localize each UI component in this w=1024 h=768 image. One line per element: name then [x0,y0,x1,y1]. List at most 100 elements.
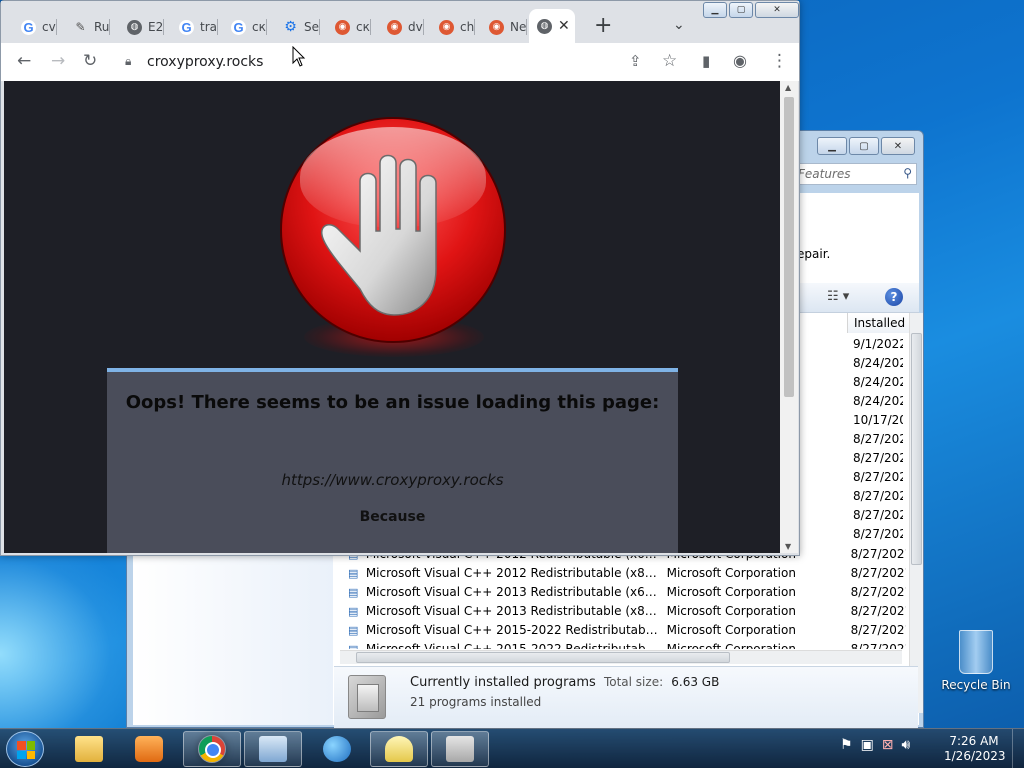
recycle-bin[interactable]: Recycle Bin [940,630,1012,692]
programs-visible-rows: ▤ Microsoft Visual C++ 2012 Redistributab… [340,545,906,649]
globe-icon: ◍ [127,19,142,35]
taskbar-explorer[interactable] [60,731,118,767]
table-row[interactable]: ▤Microsoft Visual C++ 2015-2022 Redistri… [340,621,906,640]
maximize-button[interactable]: ▢ [849,137,879,155]
program-name: Microsoft Visual C++ 2015-2022 Redistrib… [365,642,661,649]
tab-5[interactable]: Gск [223,13,267,41]
tab-3[interactable]: ◍ E2 [119,13,165,41]
table-row[interactable]: ▤ Microsoft Visual C++ 2013 Redistributab… [340,602,906,621]
back-arrow-icon[interactable]: ← [17,51,31,71]
programs-horizontal-scrollbar[interactable] [340,650,902,664]
program-date: 8/27/2021 [850,642,906,649]
network-icon[interactable]: ▣ [861,737,874,753]
system-tray: ⚑ ▣ ⊠ 🔊︎ [840,737,910,753]
duckduckgo-icon: ◉ [335,19,350,35]
search-icon[interactable]: ⚲ [903,166,912,180]
url-text[interactable]: croxyproxy.rocks [147,54,263,70]
tab-9[interactable]: ◉ ch [431,13,476,41]
programs-vertical-scrollbar[interactable] [909,313,923,713]
device-warning-icon[interactable]: ⊠ [882,737,894,753]
address-bar[interactable]: 🔒︎ croxyproxy.rocks [115,47,691,77]
taskbar-media-player[interactable] [120,731,178,767]
program-name: Microsoft Visual C++ 2013 Redistributabl… [365,585,661,599]
program-name: Microsoft Visual C++ 2015-2022 Redistrib… [365,623,661,637]
taskbar-programs[interactable] [431,731,489,767]
scroll-thumb[interactable] [356,652,730,663]
tab-label: ch [460,20,475,34]
minimize-button[interactable]: ▁ [703,2,727,18]
close-tab-icon[interactable]: ✕ [558,18,570,34]
minimize-button[interactable]: ▁ [817,137,847,155]
installed-date-cell: 9/1/2022 [853,337,903,351]
tab-separator [55,19,57,35]
new-tab-button[interactable]: + [594,15,612,37]
column-header-installed-on[interactable]: Installed On [847,313,911,333]
show-desktop-button[interactable] [1012,729,1024,768]
error-because: Because [359,509,426,525]
tab-8[interactable]: ◉ dv [379,13,424,41]
tab-active[interactable]: ◍ ✕ [529,9,575,43]
taskbar-internet[interactable] [308,731,366,767]
change-view-icon[interactable]: ☷ ▾ [827,289,849,304]
close-button[interactable]: ✕ [881,137,915,155]
menu-kebab-icon[interactable]: ⋮ [771,51,788,71]
chrome-window: ◉ Ne ◉ ch ◉ dv ◉ ск ⚙ Se Gск Gtra ◍ E2 ✎ Ru Gcv ◍ ✕ + ⌄ … [0,0,800,556]
taskbar-keyboard[interactable] [370,731,428,767]
taskbar-control-panel[interactable] [244,731,302,767]
program-publisher: Microsoft Corporation [666,604,796,618]
tab-10[interactable]: ◉ Ne [481,13,528,41]
programs-count: 21 programs installed [410,695,542,709]
action-center-flag-icon[interactable]: ⚑ [840,737,853,753]
start-button[interactable] [6,731,44,767]
tab-label: ск [356,20,370,34]
help-icon[interactable]: ? [885,288,903,306]
tab-label: Se [304,20,319,34]
table-row[interactable]: ▤ Microsoft Visual C++ 2012 Redistributab… [340,564,906,583]
gear-icon: ⚙ [284,19,297,35]
tab-label: E2 [148,20,164,34]
forward-arrow-icon[interactable]: → [51,51,65,71]
scroll-down-arrow-icon[interactable]: ▼ [785,542,791,551]
table-row[interactable]: ▤Microsoft Visual C++ 2015-2022 Redistri… [340,640,906,649]
search-input[interactable]: Features ⚲ [791,163,917,185]
page-vertical-scrollbar[interactable]: ▲ ▼ [780,81,798,553]
control-panel-icon [259,736,287,762]
share-icon[interactable]: ⇪ [629,51,642,71]
tab-separator [526,19,528,35]
tab-label: Ne [510,20,527,34]
reload-icon[interactable]: ↻ [83,51,97,71]
duckduckgo-icon: ◉ [489,19,504,35]
tab-search-chevron-icon[interactable]: ⌄ [673,17,685,33]
globe-icon: ◍ [537,18,552,34]
tab-4[interactable]: Gtra [171,13,218,41]
tab-2[interactable]: ✎ Ru [65,13,111,41]
clock-date: 1/26/2023 [944,749,1006,763]
maximize-button[interactable]: ▢ [729,2,753,18]
page-content: Oops! There seems to be an issue loading… [4,81,780,553]
scroll-thumb[interactable] [911,333,922,565]
windows-logo-icon [17,741,35,759]
installed-dates-column: 9/1/2022 8/24/2021 8/24/2021 8/24/2021 10/17… [849,335,903,563]
clock[interactable]: 7:26 AM 1/26/2023 [944,734,1006,764]
volume-icon[interactable]: 🔊︎ [902,737,911,753]
table-row[interactable]: ▤ Microsoft Visual C++ 2013 Redistributab… [340,583,906,602]
close-button[interactable]: ✕ [755,2,799,18]
bookmark-star-icon[interactable]: ☆ [662,51,677,71]
lock-icon[interactable]: 🔒︎ [125,54,131,69]
installed-date-cell: 8/27/2021 [853,451,903,465]
pen-icon: ✎ [75,20,86,34]
tab-7[interactable]: ◉ ск [327,13,371,41]
tab-6[interactable]: ⚙ Se [275,13,320,41]
scroll-up-arrow-icon[interactable]: ▲ [785,83,791,92]
installer-icon: ▤ [348,605,359,618]
taskbar-chrome[interactable] [183,731,241,767]
program-date: 8/27/2021 [850,604,906,618]
scroll-thumb[interactable] [784,97,794,397]
tab-separator [369,19,371,35]
tab-separator [109,19,111,35]
side-panel-icon[interactable]: ▮ [702,51,710,71]
tab-1[interactable]: Gcv [13,13,57,41]
browser-toolbar: ← → ↻ 🔒︎ croxyproxy.rocks ⇪ ☆ ▮ ◉ ⋮ [1,43,799,81]
program-date: 8/27/2021 [850,585,906,599]
profile-avatar-icon[interactable]: ◉ [733,51,747,71]
